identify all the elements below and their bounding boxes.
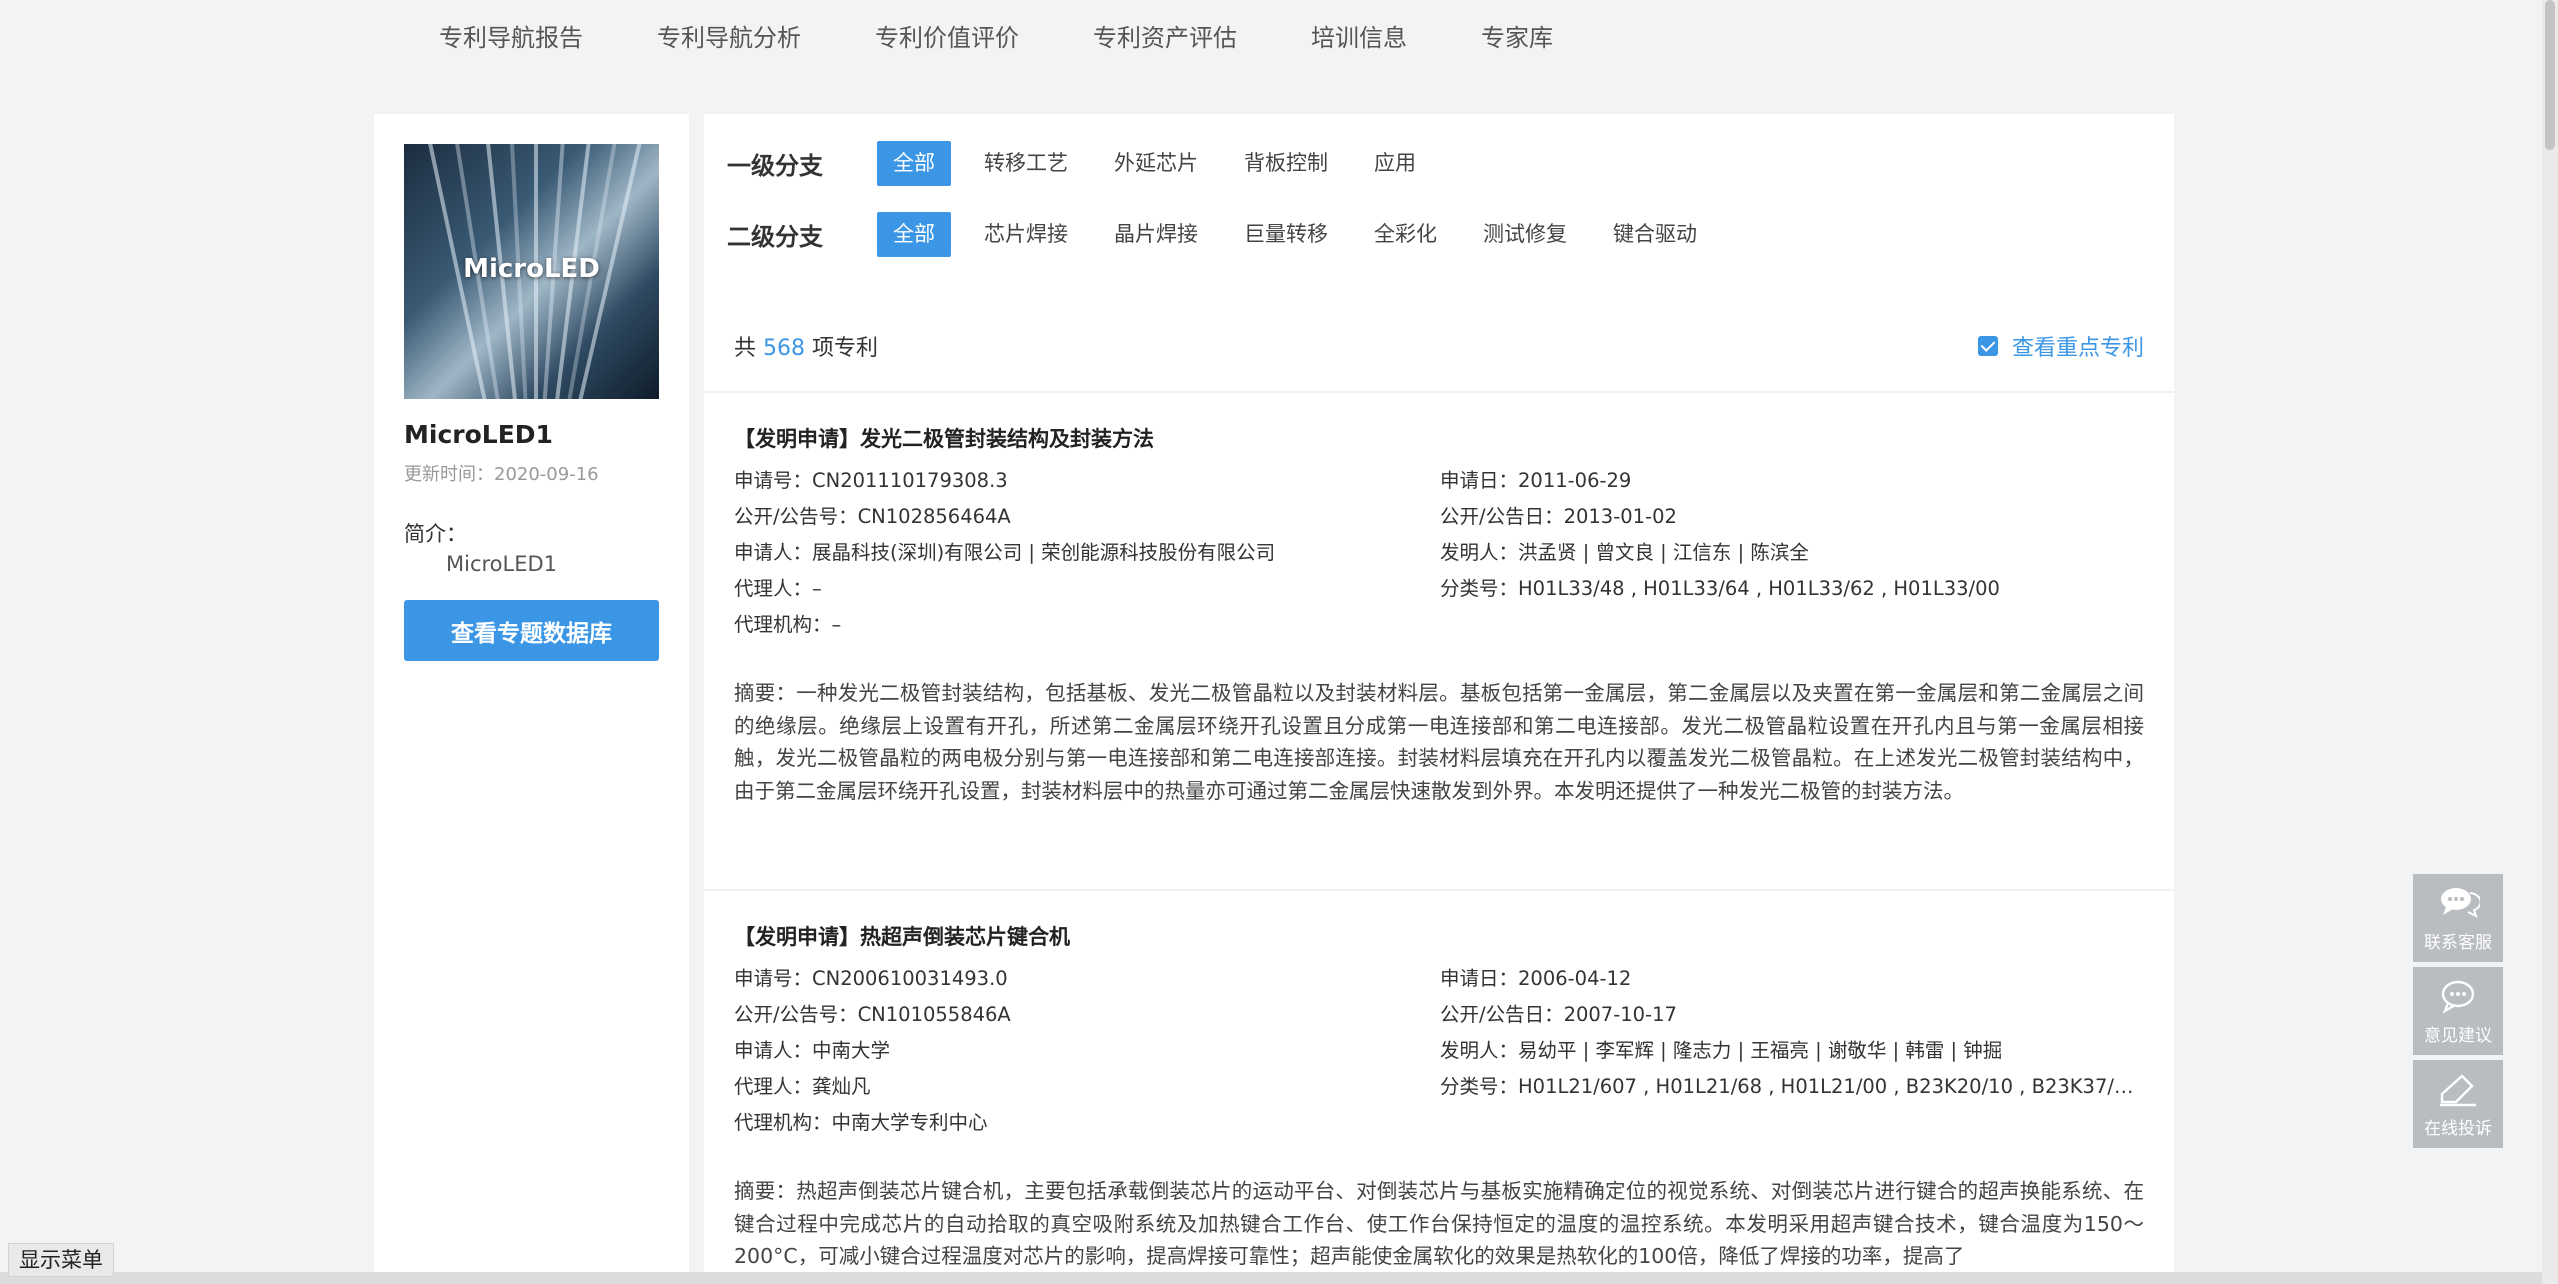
feedback-label: 意见建议	[2424, 1025, 2492, 1046]
complaint-label: 在线投诉	[2424, 1118, 2492, 1139]
agency: 代理机构：中南大学专利中心	[734, 1111, 988, 1134]
agent: 代理人：–	[734, 577, 822, 600]
agency: 代理机构：–	[734, 613, 842, 636]
nav-patent-value-evaluation[interactable]: 专利价值评价	[875, 18, 1019, 53]
agent: 代理人：龚灿凡	[734, 1075, 871, 1098]
nav-patent-asset-assessment[interactable]: 专利资产评估	[1093, 18, 1237, 53]
patent-list-panel: 一级分支 全部 转移工艺 外延芯片 背板控制 应用 二级分支 全部 芯片焊接 晶片焊接 巨量转…	[704, 114, 2174, 1284]
view-topic-database-button[interactable]: 查看专题数据库	[404, 600, 659, 661]
level2-filter-chip[interactable]: 晶片焊接	[1093, 212, 1219, 257]
nav-expert-library[interactable]: 专家库	[1481, 18, 1553, 53]
level1-filter-row: 一级分支 全部 转移工艺 外延芯片 背板控制 应用	[727, 141, 1441, 186]
level2-filter-chip[interactable]: 键合驱动	[1592, 212, 1718, 257]
level1-filter-chip[interactable]: 背板控制	[1223, 141, 1349, 186]
patent-count: 共 568 项专利	[734, 330, 878, 362]
level1-filter-chip[interactable]: 全部	[877, 141, 951, 186]
application-date: 申请日：2011-06-29	[1440, 469, 1632, 492]
application-number: 申请号：CN201110179308.3	[734, 469, 1008, 492]
application-number: 申请号：CN200610031493.0	[734, 967, 1008, 990]
nav-patent-navigation-analysis[interactable]: 专利导航分析	[657, 18, 801, 53]
contact-service-button[interactable]: 联系客服	[2413, 874, 2503, 962]
level1-filter-label: 一级分支	[727, 152, 823, 180]
applicant: 申请人：展晶科技(深圳)有限公司 | 荣创能源科技股份有限公司	[734, 541, 1276, 564]
level2-filter-chip[interactable]: 全部	[877, 212, 951, 257]
feedback-button[interactable]: 意见建议	[2413, 967, 2503, 1055]
level1-filter-chip[interactable]: 外延芯片	[1093, 141, 1219, 186]
top-nav: 专利导航报告 专利导航分析 专利价值评价 专利资产评估 培训信息 专家库	[402, 0, 1590, 70]
show-menu-button[interactable]: 显示菜单	[8, 1243, 114, 1277]
list-divider	[704, 391, 2174, 393]
level1-chips: 全部 转移工艺 外延芯片 背板控制 应用	[877, 141, 1441, 186]
level2-filter-chip[interactable]: 巨量转移	[1223, 212, 1349, 257]
key-patents-toggle[interactable]: 查看重点专利	[1977, 330, 2144, 362]
patent-fields: 申请号：CN200610031493.0 申请日：2006-04-12 公开/公…	[734, 961, 2144, 1141]
level2-filter-chip[interactable]: 测试修复	[1462, 212, 1588, 257]
horizontal-scrollbar[interactable]	[0, 1272, 2542, 1284]
patent-abstract: 摘要：一种发光二极管封装结构，包括基板、发光二极管晶粒以及封装材料层。基板包括第…	[734, 681, 2144, 803]
level2-filter-chip[interactable]: 全彩化	[1353, 212, 1458, 257]
patent-title[interactable]: 【发明申请】发光二极管封装结构及封装方法	[734, 423, 2144, 451]
topic-sidebar: MicroLED MicroLED1 更新时间：2020-09-16 简介： M…	[374, 114, 689, 1284]
level2-filter-chip[interactable]: 芯片焊接	[963, 212, 1089, 257]
complaint-button[interactable]: 在线投诉	[2413, 1060, 2503, 1148]
application-date: 申请日：2006-04-12	[1440, 967, 1632, 990]
chat-bubbles-icon	[2441, 887, 2480, 918]
level2-chips: 全部 芯片焊接 晶片焊接 巨量转移 全彩化 测试修复 键合驱动	[877, 212, 1722, 257]
inventor: 发明人：洪孟贤 | 曾文良 | 江信东 | 陈滨全	[1440, 541, 1809, 564]
nav-training-info[interactable]: 培训信息	[1311, 18, 1407, 53]
applicant: 申请人：中南大学	[734, 1039, 891, 1062]
scrollbar-thumb[interactable]	[2545, 0, 2555, 150]
comment-icon	[2441, 980, 2475, 1014]
topic-intro-text: MicroLED1	[446, 552, 558, 576]
topic-cover-image: MicroLED	[404, 144, 659, 399]
contact-service-label: 联系客服	[2424, 932, 2492, 953]
level2-filter-row: 二级分支 全部 芯片焊接 晶片焊接 巨量转移 全彩化 测试修复 键合驱动	[727, 212, 1722, 257]
patent-record: 【发明申请】热超声倒装芯片键合机 申请号：CN200610031493.0 申请…	[734, 921, 2144, 1273]
patent-fields: 申请号：CN201110179308.3 申请日：2011-06-29 公开/公…	[734, 463, 2144, 643]
classification: 分类号：H01L21/607 , H01L21/68 , H01L21/00 ,…	[1440, 1075, 2144, 1098]
level1-filter-chip[interactable]: 转移工艺	[963, 141, 1089, 186]
list-divider	[704, 889, 2174, 891]
patent-abstract: 摘要：热超声倒装芯片键合机，主要包括承载倒装芯片的运动平台、对倒装芯片与基板实施…	[734, 1179, 2144, 1268]
edit-pen-icon	[2440, 1073, 2476, 1106]
floating-tools: 联系客服 意见建议 在线投诉	[2413, 874, 2503, 1153]
publication-date: 公开/公告日：2007-10-17	[1440, 1003, 1677, 1026]
cover-title: MicroLED	[463, 254, 600, 284]
publication-date: 公开/公告日：2013-01-02	[1440, 505, 1677, 528]
publication-number: 公开/公告号：CN102856464A	[734, 505, 1011, 528]
count-prefix: 共	[734, 336, 757, 361]
level1-filter-chip[interactable]: 应用	[1353, 141, 1437, 186]
patent-record: 【发明申请】发光二极管封装结构及封装方法 申请号：CN201110179308.…	[734, 423, 2144, 807]
topic-intro-label: 简介：	[404, 522, 467, 546]
patent-title[interactable]: 【发明申请】热超声倒装芯片键合机	[734, 921, 2144, 949]
classification: 分类号：H01L33/48 , H01L33/64 , H01L33/62 , …	[1440, 577, 2000, 600]
key-patents-label: 查看重点专利	[2011, 336, 2144, 361]
topic-name: MicroLED1	[404, 420, 553, 449]
vertical-scrollbar[interactable]	[2542, 0, 2558, 1284]
inventor: 发明人：易幼平 | 李军辉 | 隆志力 | 王福亮 | 谢敬华 | 韩雷 | 钟…	[1440, 1039, 2003, 1062]
publication-number: 公开/公告号：CN101055846A	[734, 1003, 1011, 1026]
count-suffix: 项专利	[812, 336, 879, 361]
count-number: 568	[763, 336, 806, 361]
level2-filter-label: 二级分支	[727, 223, 823, 251]
nav-patent-navigation-report[interactable]: 专利导航报告	[439, 18, 583, 53]
key-patents-checkbox[interactable]	[1977, 336, 1998, 356]
topic-updated-time: 更新时间：2020-09-16	[404, 464, 599, 485]
